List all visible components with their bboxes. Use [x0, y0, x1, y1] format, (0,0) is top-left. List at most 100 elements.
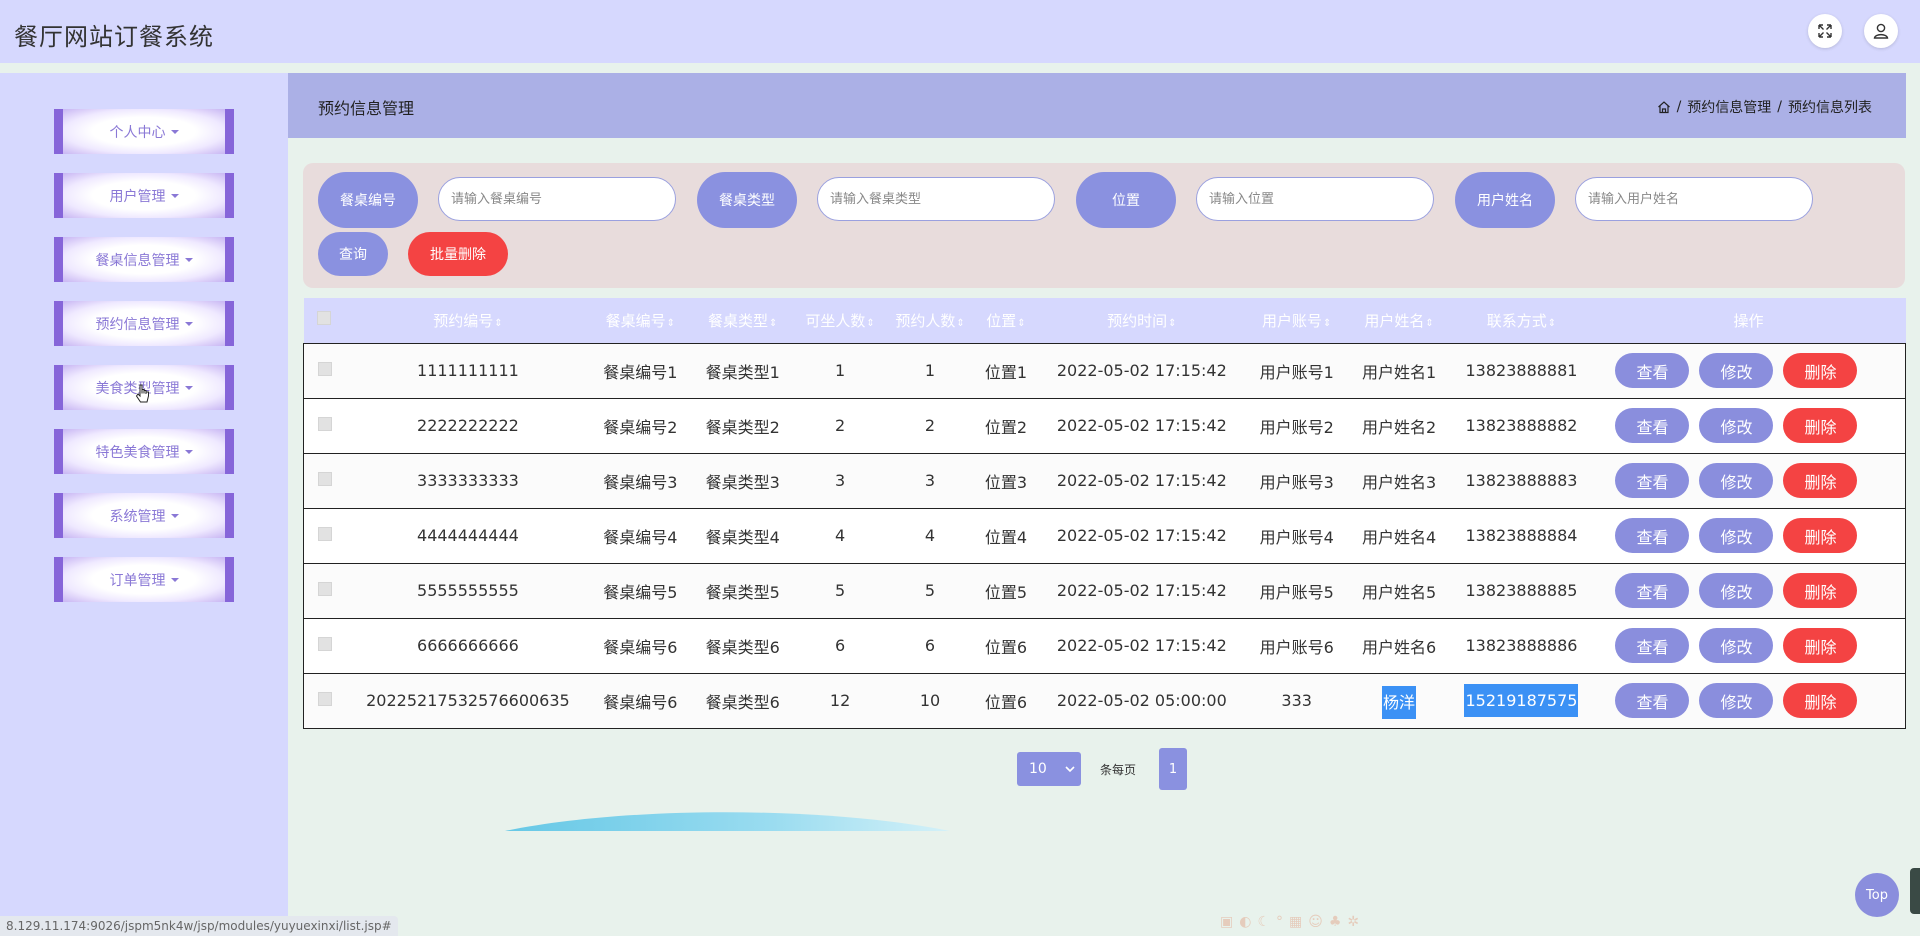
- fullscreen-button[interactable]: [1808, 14, 1842, 48]
- edit-button[interactable]: 修改: [1699, 573, 1774, 608]
- ime-punct-icon: °: [1276, 914, 1284, 930]
- selected-text: 15219187575: [1464, 684, 1579, 717]
- edit-button[interactable]: 修改: [1699, 518, 1774, 553]
- view-button[interactable]: 查看: [1615, 518, 1690, 553]
- query-button[interactable]: 查询: [318, 232, 388, 276]
- user-button[interactable]: [1864, 14, 1898, 48]
- column-header[interactable]: 预约编号⇕: [345, 298, 590, 343]
- content-header: 预约信息管理 / 预约信息管理 / 预约信息列表: [288, 73, 1906, 138]
- breadcrumb: / 预约信息管理 / 预约信息列表: [1657, 97, 1872, 117]
- cell-table-number: 餐桌编号2: [590, 397, 691, 454]
- column-header[interactable]: 预约时间⇕: [1037, 298, 1247, 343]
- column-header[interactable]: 预约人数⇕: [885, 298, 975, 343]
- column-header[interactable]: 餐桌编号⇕: [590, 298, 690, 343]
- per-page-label: 条每页: [1100, 763, 1137, 777]
- row-checkbox[interactable]: [317, 472, 332, 486]
- sidebar-item-reservation-info[interactable]: 预约信息管理: [54, 301, 234, 346]
- column-header[interactable]: 餐桌类型⇕: [690, 298, 795, 343]
- column-header[interactable]: 位置⇕: [975, 298, 1037, 343]
- batch-delete-button[interactable]: 批量删除: [408, 232, 508, 276]
- ime-skin-icon: ♣: [1328, 914, 1342, 930]
- ime-keyboard-icon: ▦: [1289, 914, 1303, 930]
- ime-user-icon: ☺: [1308, 914, 1323, 930]
- sort-icon: ⇕: [1425, 317, 1434, 329]
- sort-icon: ⇕: [1168, 317, 1177, 329]
- sidebar-item-table-info[interactable]: 餐桌信息管理: [54, 237, 234, 282]
- location-input[interactable]: [1196, 177, 1434, 221]
- sidebar-item-label: 系统管理: [109, 508, 166, 525]
- delete-button[interactable]: 删除: [1783, 353, 1858, 388]
- cell-party-size: 6: [885, 617, 975, 674]
- view-button[interactable]: 查看: [1615, 463, 1690, 498]
- cell-table-type: 餐桌类型1: [690, 342, 796, 399]
- cell-reservation-id: 3333333333: [345, 452, 591, 509]
- cell-seats: 2: [795, 397, 886, 454]
- row-checkbox[interactable]: [317, 362, 332, 376]
- cell-party-size: 1: [885, 342, 975, 399]
- table-number-input[interactable]: [438, 177, 676, 221]
- table-row: 2222222222 餐桌编号2 餐桌类型2 2 2 位置2 2022-05-0…: [303, 397, 1907, 454]
- column-header[interactable]: 联系方式⇕: [1452, 298, 1592, 343]
- edit-button[interactable]: 修改: [1699, 463, 1774, 498]
- table-row: 1111111111 餐桌编号1 餐桌类型1 1 1 位置1 2022-05-0…: [303, 342, 1907, 399]
- view-button[interactable]: 查看: [1615, 353, 1690, 388]
- view-button[interactable]: 查看: [1615, 573, 1690, 608]
- status-url: 8.129.11.174:9026/jspm5nk4w/jsp/modules/…: [0, 916, 398, 936]
- view-button[interactable]: 查看: [1615, 628, 1690, 663]
- scroll-handle[interactable]: [1910, 868, 1920, 914]
- ime-logo-icon: ▣: [1220, 914, 1234, 930]
- page-size-select[interactable]: 10: [1017, 752, 1081, 786]
- delete-button[interactable]: 删除: [1783, 518, 1858, 553]
- mouse-cursor-icon: [135, 384, 149, 403]
- row-checkbox[interactable]: [317, 527, 332, 541]
- expand-icon: [1818, 24, 1832, 38]
- cell-location: 位置2: [974, 397, 1037, 454]
- column-header[interactable]: 用户姓名⇕: [1347, 298, 1452, 343]
- back-to-top-button[interactable]: Top: [1855, 873, 1899, 917]
- delete-button[interactable]: 删除: [1783, 628, 1858, 663]
- home-icon[interactable]: [1657, 100, 1671, 114]
- select-all-checkbox[interactable]: [317, 311, 332, 326]
- caret-down-icon: [184, 385, 193, 390]
- breadcrumb-level1[interactable]: 预约信息管理: [1687, 97, 1771, 117]
- delete-button[interactable]: 删除: [1783, 408, 1858, 443]
- cell-reservation-time: 2022-05-02 05:00:00: [1036, 672, 1247, 729]
- delete-button[interactable]: 删除: [1783, 683, 1858, 718]
- cell-table-type: 餐桌类型6: [690, 617, 796, 674]
- sidebar-item-orders[interactable]: 订单管理: [54, 557, 234, 602]
- table-type-input[interactable]: [817, 177, 1055, 221]
- edit-button[interactable]: 修改: [1699, 353, 1774, 388]
- delete-button[interactable]: 删除: [1783, 573, 1858, 608]
- row-checkbox[interactable]: [317, 692, 332, 706]
- cell-reservation-id: 1111111111: [345, 342, 591, 399]
- reservation-table: 预约编号⇕ 餐桌编号⇕ 餐桌类型⇕ 可坐人数⇕ 预约人数⇕ 位置⇕ 预约时间⇕ …: [303, 298, 1907, 729]
- cell-party-size: 3: [885, 452, 975, 509]
- edit-button[interactable]: 修改: [1699, 408, 1774, 443]
- cell-user-name: 用户姓名6: [1346, 617, 1452, 674]
- sidebar-item-system[interactable]: 系统管理: [54, 493, 234, 538]
- column-header: 操作: [1733, 311, 1764, 330]
- sidebar-item-label: 订单管理: [109, 572, 166, 589]
- sidebar-item-personal-center[interactable]: 个人中心: [54, 109, 234, 154]
- user-name-input[interactable]: [1575, 177, 1813, 221]
- ime-moon-icon: ☾: [1257, 914, 1271, 930]
- edit-button[interactable]: 修改: [1699, 628, 1774, 663]
- row-checkbox[interactable]: [317, 582, 332, 596]
- sidebar-item-label: 特色美食管理: [95, 444, 180, 461]
- sidebar-item-special-food[interactable]: 特色美食管理: [54, 429, 234, 474]
- breadcrumb-separator: /: [1676, 99, 1682, 115]
- edit-button[interactable]: 修改: [1699, 683, 1774, 718]
- view-button[interactable]: 查看: [1615, 408, 1690, 443]
- column-header[interactable]: 可坐人数⇕: [795, 298, 885, 343]
- row-checkbox[interactable]: [317, 417, 332, 431]
- view-button[interactable]: 查看: [1615, 683, 1690, 718]
- row-checkbox[interactable]: [317, 637, 332, 651]
- cell-seats: 12: [795, 672, 886, 729]
- cell-table-type: 餐桌类型2: [690, 397, 796, 454]
- delete-button[interactable]: 删除: [1783, 463, 1858, 498]
- sidebar-item-user-management[interactable]: 用户管理: [54, 173, 234, 218]
- search-panel: 餐桌编号 餐桌类型 位置 用户姓名 查询 批量删除: [303, 163, 1905, 288]
- column-header[interactable]: 用户账号⇕: [1247, 298, 1347, 343]
- page-number-button[interactable]: 1: [1159, 748, 1187, 790]
- cell-location: 位置6: [974, 617, 1037, 674]
